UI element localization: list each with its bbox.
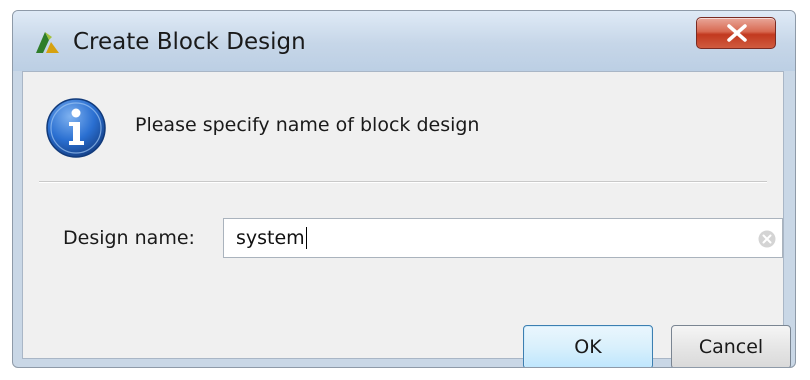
create-block-design-dialog: Create Block Design Please specify name … [12, 10, 796, 368]
ok-button[interactable]: OK [523, 325, 653, 367]
separator [39, 181, 767, 183]
design-name-label: Design name: [63, 227, 195, 249]
clear-input-icon[interactable] [758, 230, 776, 248]
cancel-button[interactable]: Cancel [671, 325, 791, 367]
title-bar[interactable]: Create Block Design [13, 11, 795, 71]
info-icon [46, 98, 106, 158]
close-icon [727, 24, 747, 42]
close-button[interactable] [696, 17, 776, 49]
design-name-value: system [236, 227, 305, 249]
message-text: Please specify name of block design [135, 114, 480, 136]
design-name-input[interactable]: system [223, 218, 783, 258]
text-caret [305, 227, 307, 249]
dialog-content: Please specify name of block design Desi… [22, 71, 791, 367]
dialog-title: Create Block Design [73, 29, 306, 55]
vivado-logo-icon [36, 32, 59, 53]
